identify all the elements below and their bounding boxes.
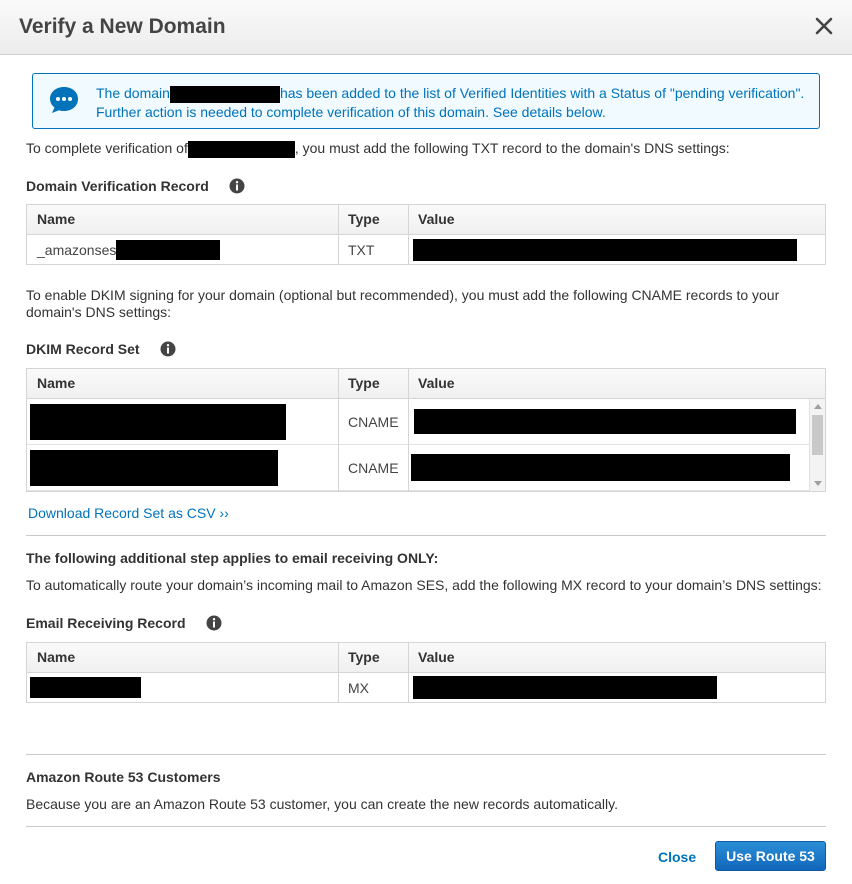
dkim-section-title: DKIM Record Set xyxy=(26,341,140,357)
column-header-type: Type xyxy=(348,211,380,227)
table-header: Name Type Value xyxy=(27,369,825,399)
verification-intro: To complete verification of , you must ad… xyxy=(26,140,730,158)
record-name: _amazonses xyxy=(27,235,338,264)
banner-text-after: has been added to the list of Verified I… xyxy=(279,85,805,101)
download-csv-link[interactable]: Download Record Set as CSV ›› xyxy=(28,505,229,521)
divider xyxy=(26,826,826,827)
dialog-title: Verify a New Domain xyxy=(19,15,226,38)
dkim-table-scrollbar[interactable] xyxy=(809,399,825,491)
redacted-name xyxy=(116,239,221,260)
column-header-name: Name xyxy=(37,649,76,665)
receiving-section-title: Email Receiving Record xyxy=(26,615,186,631)
close-button[interactable]: Close xyxy=(658,849,696,865)
dkim-intro: To enable DKIM signing for your domain (… xyxy=(26,287,780,320)
banner-text-before: The domain xyxy=(96,85,170,101)
column-header-type: Type xyxy=(348,375,380,391)
record-name xyxy=(27,445,338,490)
close-icon[interactable] xyxy=(814,15,834,37)
table-row: _amazonses TXT xyxy=(27,235,825,264)
column-header-name: Name xyxy=(37,375,76,391)
dkim-table: Name Type Value CNAME CNAME xyxy=(26,368,826,492)
verification-table: Name Type Value _amazonses TXT xyxy=(26,204,826,265)
use-route53-button[interactable]: Use Route 53 xyxy=(715,841,826,871)
intro-after: , you must add the following TXT record … xyxy=(294,140,730,156)
redacted-name xyxy=(30,677,141,698)
dialog-header: Verify a New Domain xyxy=(0,0,852,55)
info-banner: The domain has been added to the list of … xyxy=(32,73,820,129)
divider xyxy=(26,535,826,536)
scroll-up-arrow-icon[interactable] xyxy=(814,404,822,409)
banner-text-line2: Further action is needed to complete ver… xyxy=(96,103,606,120)
receiving-step-title: The following additional step applies to… xyxy=(26,550,439,566)
route53-text: Because you are an Amazon Route 53 custo… xyxy=(26,796,618,812)
record-value xyxy=(408,235,827,264)
table-row: CNAME xyxy=(27,399,809,445)
table-header: Name Type Value xyxy=(27,643,825,673)
table-row: CNAME xyxy=(27,445,809,491)
table-header: Name Type Value xyxy=(27,205,825,235)
record-type: CNAME xyxy=(348,413,399,430)
record-type: MX xyxy=(348,679,369,696)
column-header-value: Value xyxy=(418,375,455,391)
record-type: CNAME xyxy=(348,459,399,476)
receiving-table: Name Type Value MX xyxy=(26,642,826,703)
chat-bubble-icon xyxy=(50,87,78,113)
column-header-name: Name xyxy=(37,211,76,227)
redacted-name xyxy=(30,403,286,440)
redacted-name xyxy=(30,449,278,486)
record-name xyxy=(27,399,338,444)
scroll-down-arrow-icon[interactable] xyxy=(814,481,822,486)
column-header-value: Value xyxy=(418,649,455,665)
scroll-thumb[interactable] xyxy=(812,415,823,455)
record-value xyxy=(408,445,808,490)
column-header-value: Value xyxy=(418,211,455,227)
record-name-text: _amazonses xyxy=(37,241,117,258)
redacted-value xyxy=(413,676,717,699)
info-icon[interactable] xyxy=(206,615,222,631)
intro-before: To complete verification of xyxy=(26,140,188,156)
receiving-step-text: To automatically route your domain’s inc… xyxy=(26,577,822,593)
record-name xyxy=(27,673,338,702)
table-row: MX xyxy=(27,673,825,702)
info-icon[interactable] xyxy=(229,178,245,194)
redacted-value xyxy=(414,409,796,434)
redacted-value xyxy=(413,238,797,261)
verification-section-title: Domain Verification Record xyxy=(26,178,209,194)
info-icon[interactable] xyxy=(160,341,176,357)
record-value xyxy=(408,673,827,702)
redacted-domain xyxy=(187,140,295,158)
route53-title: Amazon Route 53 Customers xyxy=(26,769,221,785)
record-value xyxy=(408,399,808,444)
redacted-domain xyxy=(169,85,280,103)
column-header-type: Type xyxy=(348,649,380,665)
redacted-value xyxy=(411,454,790,481)
record-type: TXT xyxy=(348,241,375,258)
divider xyxy=(26,754,826,755)
banner-message: The domain has been added to the list of … xyxy=(96,84,811,121)
